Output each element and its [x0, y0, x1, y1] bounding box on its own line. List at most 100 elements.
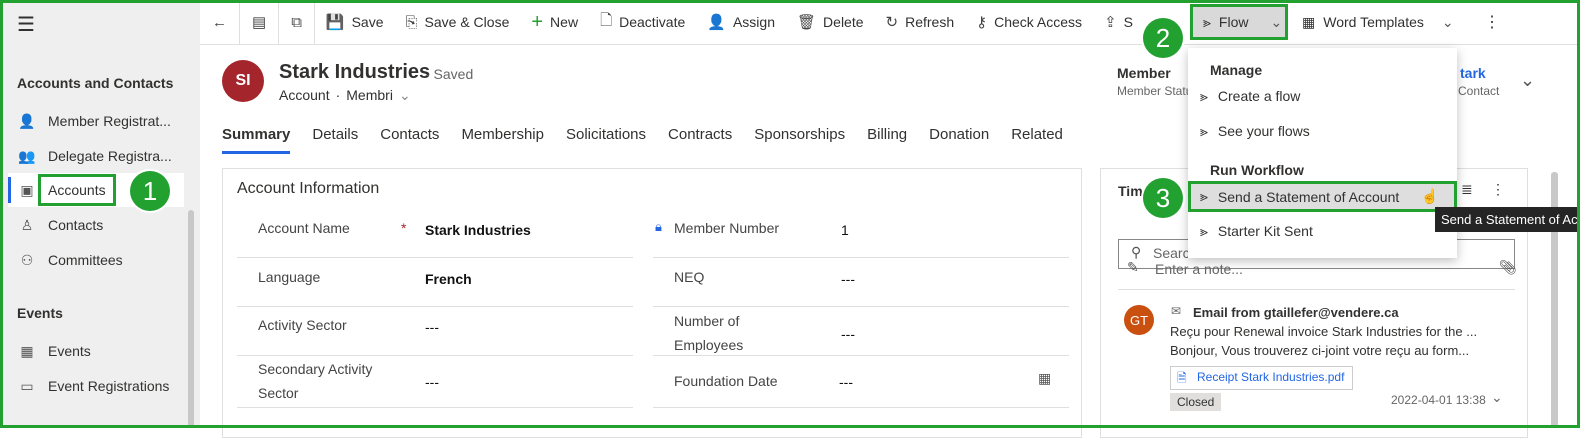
- tab-donation[interactable]: Donation: [929, 126, 989, 154]
- word-templates-button[interactable]: ▦ Word Templates ⌄: [1302, 14, 1454, 31]
- tab-summary[interactable]: Summary: [222, 126, 291, 154]
- sidebar-item-label: Contacts: [48, 217, 104, 233]
- timeline-title: Tim: [1118, 183, 1143, 199]
- language-field[interactable]: French: [425, 271, 472, 287]
- tab-contacts[interactable]: Contacts: [380, 126, 439, 154]
- header-expand-chevron-icon[interactable]: ⌄: [1520, 70, 1535, 91]
- record-title: Stark Industries: [279, 61, 431, 83]
- delete-label: Delete: [823, 14, 864, 30]
- activity-title[interactable]: Email from gtaillefer@vendere.ca: [1193, 305, 1399, 320]
- assign-button[interactable]: 👤 Assign: [696, 0, 786, 45]
- save-close-button[interactable]: ⎘ Save & Close: [395, 0, 521, 45]
- field-label: Secondary Activity Sector: [258, 361, 373, 401]
- menu-item-label: Create a flow: [1217, 88, 1301, 104]
- tab-details[interactable]: Details: [312, 126, 358, 154]
- tooltip: Send a Statement of Account: [1435, 207, 1580, 232]
- back-button[interactable]: ←: [200, 0, 240, 45]
- refresh-label: Refresh: [905, 14, 955, 30]
- field-label: Activity Sector: [258, 317, 347, 333]
- open-new-window-button[interactable]: ⧉: [279, 0, 315, 45]
- secondary-activity-sector-field[interactable]: ---: [425, 374, 439, 390]
- menu-item-starter-kit[interactable]: ⪢ Starter Kit Sent: [1188, 215, 1457, 247]
- list-view-icon[interactable]: ≣: [1461, 181, 1473, 198]
- menu-item-label: Send a Statement of Account: [1217, 188, 1400, 205]
- menu-item-create-flow[interactable]: ⪢ Create a flow: [1188, 80, 1457, 112]
- new-button[interactable]: + New: [520, 0, 589, 45]
- expand-chevron-icon[interactable]: ⌄: [1491, 389, 1503, 406]
- check-access-button[interactable]: ⚷ Check Access: [965, 0, 1093, 45]
- popout-icon: ⧉: [291, 13, 302, 31]
- attachment-link[interactable]: Receipt Stark Industries.pdf: [1170, 366, 1354, 390]
- field-label: Foundation Date: [674, 373, 778, 389]
- more-commands-icon[interactable]: ⋮: [1484, 12, 1500, 32]
- refresh-button[interactable]: ↻ Refresh: [875, 0, 966, 45]
- pencil-icon: ✎: [1127, 259, 1139, 275]
- flow-menu: Manage ⪢ Create a flow ⪢ See your flows Ru…: [1188, 48, 1457, 258]
- tab-contracts[interactable]: Contracts: [668, 126, 732, 154]
- share-label: S: [1123, 14, 1133, 30]
- group-icon: ⚇: [20, 251, 34, 268]
- sidebar-item-committees[interactable]: ⚇ Committees: [8, 243, 184, 277]
- number-of-employees-field[interactable]: ---: [841, 326, 855, 342]
- header-field-label: Member Statu: [1117, 84, 1193, 98]
- save-close-icon: ⎘: [405, 13, 418, 31]
- share-button[interactable]: ⇪ S: [1093, 0, 1144, 45]
- hamburger-icon[interactable]: ☰: [17, 12, 35, 37]
- attachment-name: Receipt Stark Industries.pdf: [1197, 370, 1345, 384]
- owner-link[interactable]: tark: [1460, 65, 1486, 81]
- lock-icon: 🔒︎: [655, 219, 662, 234]
- member-number-field: 1: [841, 222, 849, 238]
- sidebar-item-label: Accounts: [38, 174, 116, 206]
- people-icon: 👥: [18, 147, 36, 164]
- sidebar-item-member-registrations[interactable]: 👤 Member Registrat...: [8, 104, 184, 138]
- sidebar-item-event-registrations[interactable]: ▭ Event Registrations: [8, 369, 184, 403]
- deactivate-button[interactable]: 🗋 Deactivate: [589, 0, 696, 45]
- email-icon: ✉: [1171, 304, 1182, 318]
- tab-billing[interactable]: Billing: [867, 126, 907, 154]
- delete-button[interactable]: 🗑 Delete: [786, 0, 875, 45]
- pdf-icon: 🗎: [1177, 371, 1187, 385]
- note-input[interactable]: Enter a note...: [1155, 261, 1243, 277]
- account-information-section: Account Information Account Name * Stark…: [222, 168, 1082, 438]
- form-view-button[interactable]: ▤: [240, 0, 280, 45]
- key-icon: ⚷: [976, 14, 988, 31]
- tab-solicitations[interactable]: Solicitations: [566, 126, 646, 154]
- neq-field[interactable]: ---: [841, 271, 855, 287]
- tab-membership[interactable]: Membership: [461, 126, 544, 154]
- section-title: Account Information: [237, 180, 380, 197]
- header-field-value: Member: [1117, 65, 1171, 81]
- status-badge: Closed: [1170, 393, 1222, 411]
- menu-item-see-flows[interactable]: ⪢ See your flows: [1188, 115, 1457, 147]
- attachment-icon[interactable]: 📎︎: [1499, 259, 1517, 276]
- word-templates-label: Word Templates: [1323, 14, 1424, 30]
- calendar-icon: ▦: [20, 342, 34, 359]
- sidebar-item-events[interactable]: ▦ Events: [8, 334, 184, 368]
- sidebar-item-contacts[interactable]: ♙ Contacts: [8, 208, 184, 242]
- activity-sector-field[interactable]: ---: [425, 319, 439, 335]
- chevron-down-icon: ⌄: [1270, 13, 1283, 30]
- calendar-icon[interactable]: ▦: [1038, 370, 1051, 387]
- menu-item-send-statement[interactable]: ⪢ Send a Statement of Account ☝: [1188, 181, 1457, 212]
- account-name-field[interactable]: Stark Industries: [425, 222, 531, 238]
- tab-related[interactable]: Related: [1011, 126, 1063, 154]
- sidebar-item-delegate-registrations[interactable]: 👥 Delegate Registra...: [8, 139, 184, 173]
- field-label: Language: [258, 269, 321, 285]
- step-badge-1: 1: [130, 171, 170, 211]
- plus-icon: +: [531, 10, 544, 33]
- sidebar-scrollbar[interactable]: [188, 210, 194, 428]
- flow-button[interactable]: ⪢ Flow ⌄: [1190, 4, 1288, 40]
- menu-header-manage: Manage: [1210, 62, 1263, 78]
- flow-icon: ⪢: [1200, 188, 1208, 204]
- activity-preview: Bonjour, Vous trouverez ci-joint votre r…: [1170, 343, 1470, 358]
- check-access-label: Check Access: [994, 14, 1083, 30]
- tab-sponsorships[interactable]: Sponsorships: [754, 126, 845, 154]
- chevron-down-icon[interactable]: ⌄: [399, 87, 411, 104]
- save-label: Save: [351, 14, 384, 30]
- sidebar-item-label: Delegate Registra...: [48, 148, 172, 164]
- foundation-date-field[interactable]: ---: [839, 374, 853, 390]
- form-selector[interactable]: Membri: [346, 87, 393, 104]
- more-icon[interactable]: ⋮: [1491, 181, 1505, 198]
- flow-label: Flow: [1218, 14, 1249, 30]
- chevron-down-icon: ⌄: [1441, 14, 1454, 30]
- save-button[interactable]: 💾 Save: [315, 0, 395, 45]
